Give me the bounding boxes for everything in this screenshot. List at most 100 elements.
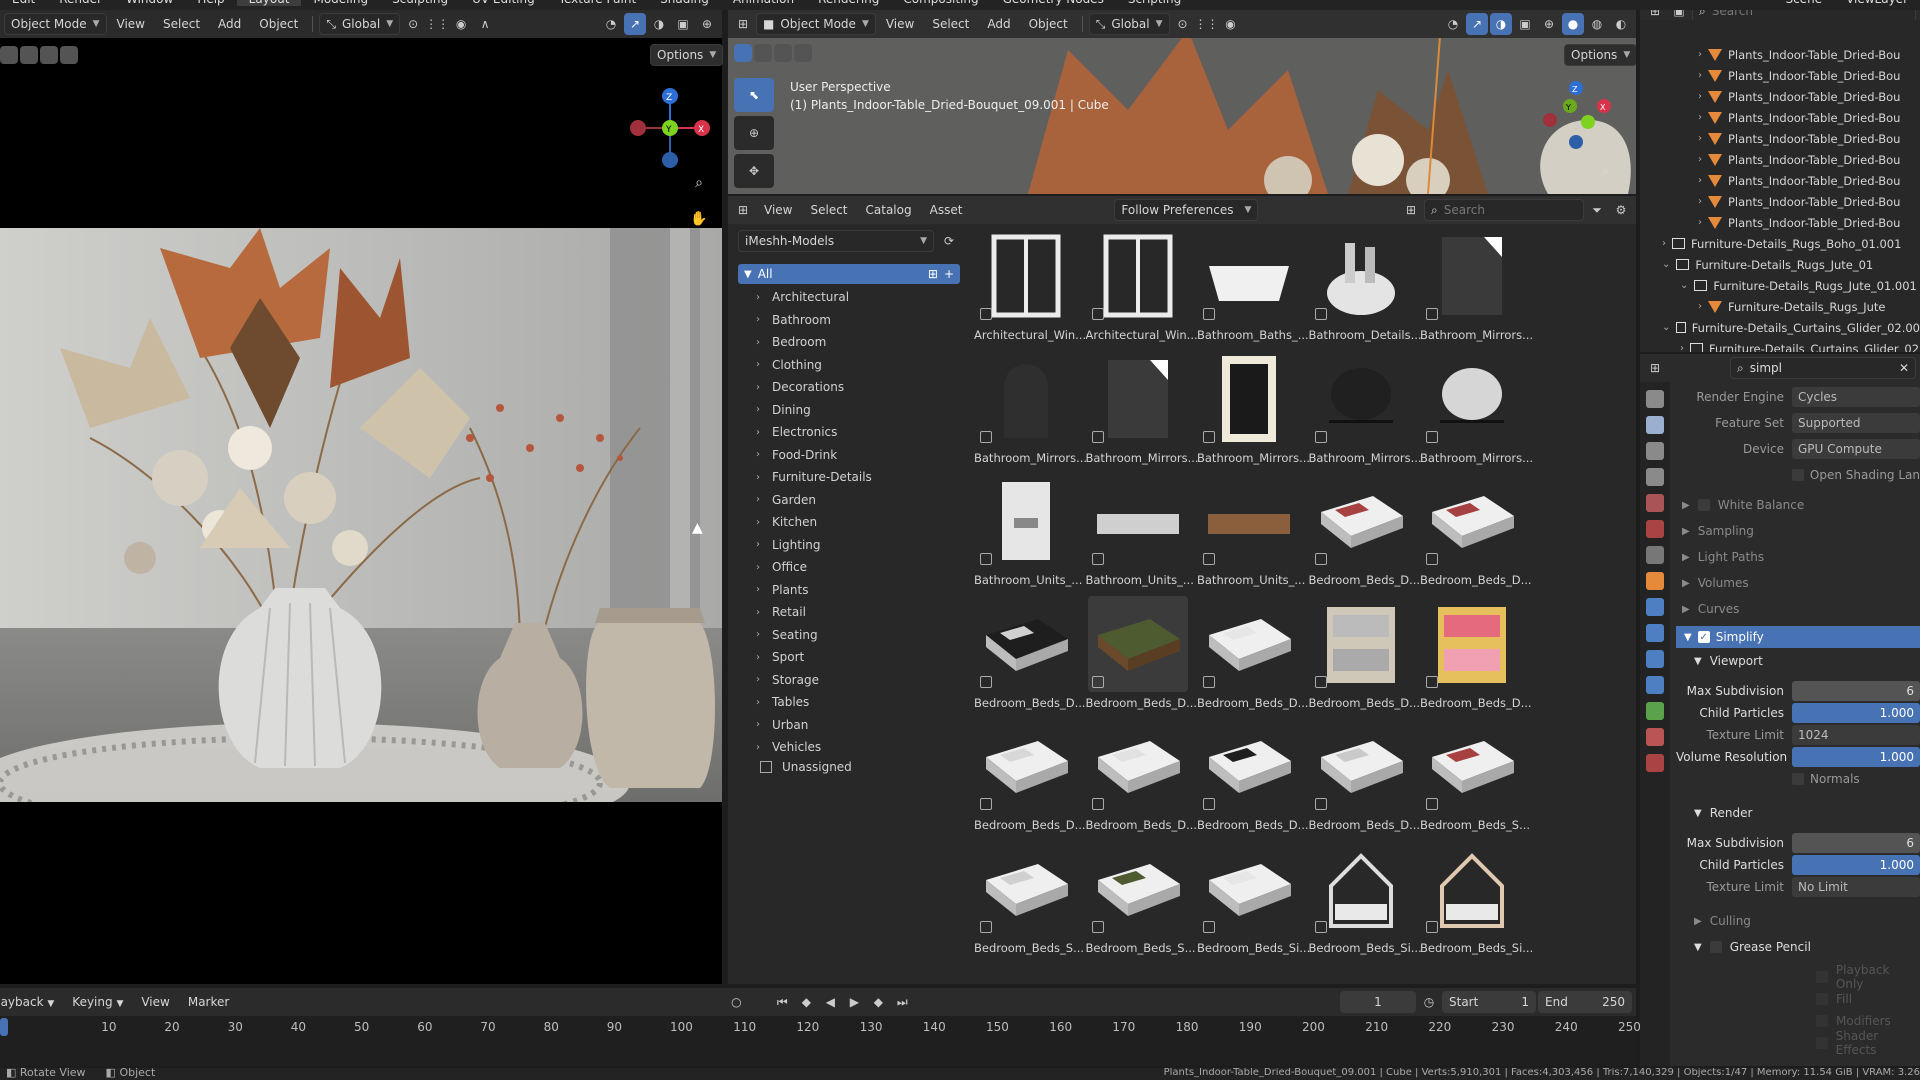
top-menu-item[interactable]: Window: [114, 0, 185, 6]
menu-select[interactable]: Select: [802, 203, 855, 217]
gear-icon[interactable]: ⚙: [1610, 199, 1632, 221]
record-icon[interactable]: ○: [725, 991, 747, 1013]
menu-view[interactable]: View: [109, 17, 153, 31]
catalog-item[interactable]: › Dining: [734, 399, 964, 422]
xray-icon[interactable]: ▣: [1514, 13, 1536, 35]
asset-tile[interactable]: Bedroom_Beds_S...: [974, 841, 1084, 959]
editor-type-icon[interactable]: ⊞: [1644, 357, 1666, 379]
wireframe-icon[interactable]: ⊕: [696, 13, 718, 35]
asset-tile[interactable]: Bedroom_Beds_D...: [1086, 718, 1197, 836]
outliner-item[interactable]: › Plants_Indoor-Table_Dried-Bou: [1640, 149, 1920, 170]
outliner-item[interactable]: ⌄ Furniture-Details_Rugs_Jute_01.001: [1640, 275, 1920, 296]
workspace-tab[interactable]: Layout: [236, 0, 302, 6]
catalog-item[interactable]: › Urban: [734, 714, 964, 737]
catalog-item[interactable]: › Sport: [734, 646, 964, 669]
new-catalog-icon[interactable]: ⊞: [928, 267, 938, 281]
collapsed-panel[interactable]: ▶ Sampling: [1676, 520, 1920, 542]
simplify-checkbox[interactable]: ✓: [1697, 631, 1710, 643]
select-extend-icon[interactable]: [20, 46, 38, 64]
asset-tile[interactable]: Bedroom_Beds_D...: [1197, 596, 1309, 714]
asset-tile[interactable]: Bedroom_Beds_D...: [1086, 595, 1197, 714]
editor-type-icon[interactable]: ⊞: [732, 199, 754, 221]
pivot-icon[interactable]: ⊙: [1172, 13, 1194, 35]
constraints-tab-icon[interactable]: [1646, 676, 1664, 694]
asset-tile[interactable]: Bedroom_Beds_D...: [1420, 596, 1532, 714]
asset-tile[interactable]: Bathroom_Mirrors...: [1309, 351, 1421, 469]
chevron-right-icon[interactable]: ›: [1662, 238, 1666, 249]
start-frame-field[interactable]: Start 1: [1442, 991, 1536, 1013]
solid-shading-icon[interactable]: ●: [1562, 13, 1584, 35]
visibility-icon[interactable]: ◔: [1442, 13, 1464, 35]
chevron-right-icon[interactable]: ›: [1698, 91, 1702, 102]
top-menu-item[interactable]: Help: [185, 0, 236, 6]
select-invert-icon[interactable]: [794, 44, 812, 62]
outliner-item[interactable]: ⌄ Furniture-Details_Rugs_Jute_01: [1640, 254, 1920, 275]
material-shading-icon[interactable]: ◍: [1586, 13, 1608, 35]
workspace-tab[interactable]: Texture Paint: [547, 0, 648, 6]
next-keyframe-icon[interactable]: ◆: [867, 991, 889, 1013]
catalog-item[interactable]: › Clothing: [734, 354, 964, 377]
options-dropdown[interactable]: Options ▼: [1564, 44, 1636, 66]
catalog-item[interactable]: › Tables: [734, 691, 964, 714]
vp-texture-limit-dropdown[interactable]: 1024: [1792, 725, 1920, 745]
white-balance-checkbox[interactable]: [1697, 499, 1710, 511]
catalog-item[interactable]: › Plants: [734, 579, 964, 602]
move-icon[interactable]: ✥: [734, 154, 774, 188]
menu-select[interactable]: Select: [924, 17, 977, 31]
menu-view[interactable]: View: [878, 17, 922, 31]
chevron-right-icon[interactable]: ›: [1698, 301, 1702, 312]
cursor-icon[interactable]: ⊕: [734, 116, 774, 150]
jump-start-icon[interactable]: ⏮: [771, 991, 793, 1013]
chevron-right-icon[interactable]: ›: [1698, 133, 1702, 144]
asset-tile[interactable]: Architectural_Win...: [1086, 228, 1198, 346]
output-tab-icon[interactable]: [1646, 442, 1664, 460]
rendered-shading-icon[interactable]: ◐: [1610, 13, 1632, 35]
collapsed-panel[interactable]: ▶ Light Paths: [1676, 546, 1920, 568]
top-menu-item[interactable]: Edit: [0, 0, 47, 6]
chevron-right-icon[interactable]: ›: [1698, 217, 1702, 228]
asset-tile[interactable]: Bathroom_Mirrors...: [1197, 351, 1309, 469]
clock-icon[interactable]: ◷: [1418, 991, 1440, 1013]
asset-tile[interactable]: Bathroom_Baths_...: [1197, 228, 1309, 346]
library-dropdown[interactable]: iMeshh-Models ▼: [738, 230, 934, 252]
prev-keyframe-icon[interactable]: ◆: [795, 991, 817, 1013]
close-icon[interactable]: ✕: [1899, 361, 1909, 375]
menu-select[interactable]: Select: [155, 17, 208, 31]
asset-tile[interactable]: Bedroom_Beds_D...: [1309, 473, 1420, 591]
menu-object[interactable]: Object: [1021, 17, 1076, 31]
end-frame-field[interactable]: End 250: [1538, 991, 1632, 1013]
middle-viewport[interactable]: ⊞ ■ Object Mode ▼ View Select Add Object ⤡…: [728, 10, 1636, 194]
menu-marker[interactable]: Marker: [180, 995, 237, 1009]
catalog-item[interactable]: › Storage: [734, 669, 964, 692]
asset-tile[interactable]: Bedroom_Beds_D...: [1309, 718, 1420, 836]
editor-type-icon[interactable]: ⊞: [732, 13, 754, 35]
jump-end-icon[interactable]: ⏭: [891, 991, 913, 1013]
asset-tile[interactable]: Bedroom_Beds_D...: [1420, 473, 1532, 591]
editor-type-icon[interactable]: ⊞: [1644, 10, 1666, 20]
gizmo-icon[interactable]: ↗: [1466, 13, 1488, 35]
menu-catalog[interactable]: Catalog: [858, 203, 920, 217]
options-dropdown[interactable]: Options ▼: [650, 44, 724, 66]
chevron-right-icon[interactable]: ›: [1698, 49, 1702, 60]
chevron-right-icon[interactable]: ›: [1698, 154, 1702, 165]
outliner-item[interactable]: › Furniture-Details_Rugs_Boho_01.001: [1640, 233, 1920, 254]
normals-checkbox[interactable]: [1792, 773, 1804, 785]
material-tab-icon[interactable]: [1646, 728, 1664, 746]
outliner-item[interactable]: › Plants_Indoor-Table_Dried-Bou: [1640, 44, 1920, 65]
option-checkbox[interactable]: [1816, 1037, 1828, 1049]
menu-view[interactable]: View: [133, 995, 177, 1009]
proportional-icon[interactable]: ◉: [450, 13, 472, 35]
grease-pencil-option[interactable]: Playback Only: [1676, 963, 1920, 991]
workspace-tab[interactable]: Modeling: [301, 0, 380, 6]
workspace-tab[interactable]: UV Editing: [460, 0, 547, 6]
workspace-tab[interactable]: Shading: [648, 0, 721, 6]
object-tab-icon[interactable]: [1646, 572, 1664, 590]
catalog-item[interactable]: › Kitchen: [734, 511, 964, 534]
catalog-item[interactable]: › Electronics: [734, 421, 964, 444]
left-viewport[interactable]: Object Mode ▼ View Select Add Object ⤡ Glo…: [0, 10, 724, 984]
physics-tab-icon[interactable]: [1646, 650, 1664, 668]
asset-tile[interactable]: Bathroom_Mirrors...: [1420, 228, 1532, 346]
snap-icon[interactable]: ⋮⋮: [1195, 13, 1219, 35]
asset-tile[interactable]: Bathroom_Mirrors...: [1086, 351, 1198, 469]
asset-tile[interactable]: Bathroom_Units_...: [974, 473, 1082, 591]
